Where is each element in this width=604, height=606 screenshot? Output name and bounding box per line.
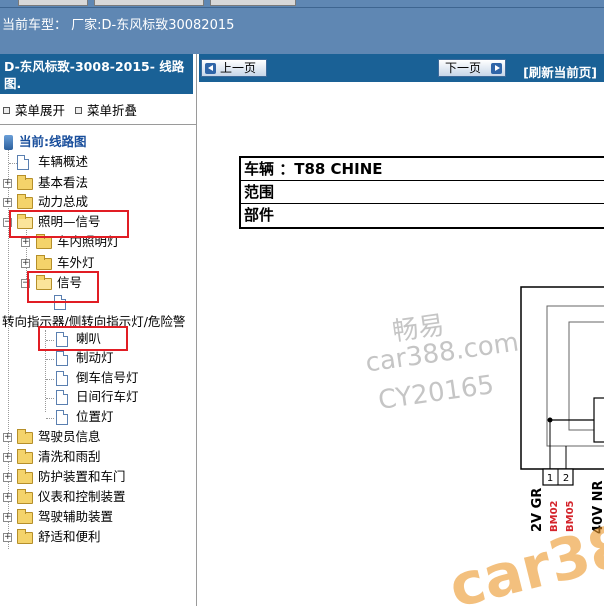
menu-toolbar: 菜单展开 菜单折叠 [0, 96, 196, 120]
menu-collapse-label: 菜单折叠 [87, 103, 138, 118]
tree-item-wash-wipe[interactable]: + 清洗和雨刮 [0, 449, 101, 467]
expand-plus-icon[interactable]: + [3, 198, 12, 207]
tree-item-reverse-light[interactable]: 倒车信号灯 [0, 370, 139, 388]
tree-item-label: 舒适和便利 [38, 529, 101, 544]
expand-plus-icon[interactable]: + [3, 533, 12, 542]
tree-item-label: 倒车信号灯 [76, 370, 139, 385]
tree-item-label: 位置灯 [76, 409, 114, 424]
connector-code: BM05 [565, 500, 576, 532]
tree-item-label: 驾驶员信息 [38, 429, 101, 444]
tree-guide-line [9, 163, 17, 164]
tree-item-label: 基本看法 [38, 175, 89, 190]
tree-item-label: 防护装置和车门 [38, 469, 126, 484]
tree-item-comfort[interactable]: + 舒适和便利 [0, 529, 101, 547]
tree-item-instruments-controls[interactable]: + 仪表和控制装置 [0, 489, 126, 507]
divider [0, 124, 196, 125]
tree-item-vehicle-overview[interactable]: 车辆概述 [0, 154, 88, 172]
content-panel: 上一页 下一页 [刷新当前页] 车辆 ：T88 CHINE 范围 部件 1 2 … [199, 54, 604, 606]
folder-icon [17, 509, 33, 524]
tree-current-node[interactable]: 当前:线路图 [4, 134, 87, 152]
document-icon [56, 390, 68, 405]
window-top-strip [0, 0, 604, 8]
tree-item-label: 日间行车灯 [76, 389, 139, 404]
tree-item-label: 动力总成 [38, 194, 89, 209]
tree-item-protection-doors[interactable]: + 防护装置和车门 [0, 469, 126, 487]
expand-plus-icon[interactable]: + [3, 179, 12, 188]
manual-title: D-东风标致-3008-2015- 线路图. [0, 54, 193, 94]
tree-item-label: 清洗和雨刮 [38, 449, 101, 464]
expand-plus-icon[interactable]: + [3, 473, 12, 482]
square-icon [3, 107, 10, 114]
current-marker-icon [4, 135, 13, 150]
document-icon [56, 351, 68, 366]
folder-icon [17, 449, 33, 464]
tree-guide-line [46, 398, 54, 399]
tree-current-label: 当前:线路图 [19, 134, 87, 149]
tree-item-brake-light[interactable]: 制动灯 [0, 350, 114, 368]
expand-plus-icon[interactable]: + [3, 433, 12, 442]
tree-guide-line [46, 418, 54, 419]
highlight-box [27, 271, 99, 303]
component-outline [520, 286, 604, 470]
document-icon [56, 371, 68, 386]
wire-label: 40V NR [591, 480, 604, 534]
square-icon [75, 107, 82, 114]
wire-label: 2V GR [530, 488, 545, 532]
menu-expand-label: 菜单展开 [15, 103, 66, 118]
folder-icon [17, 429, 33, 444]
document-icon [56, 410, 68, 425]
folder-icon [17, 469, 33, 484]
pin-label: 2 [563, 473, 569, 484]
tree-item-position-light[interactable]: 位置灯 [0, 409, 114, 427]
menu-collapse-button[interactable]: 菜单折叠 [75, 100, 137, 119]
tree-item-label: 仪表和控制装置 [38, 489, 126, 504]
tree-guide-line [46, 379, 54, 380]
expand-plus-icon[interactable]: + [3, 513, 12, 522]
highlight-box [9, 210, 129, 238]
menu-expand-button[interactable]: 菜单展开 [3, 100, 65, 119]
tree-item-daytime-light[interactable]: 日间行车灯 [0, 389, 139, 407]
expand-plus-icon[interactable]: + [21, 259, 30, 268]
tree-item-label: 车外灯 [57, 255, 95, 270]
tree-item-label: 驾驶辅助装置 [38, 509, 114, 524]
folder-icon [17, 489, 33, 504]
left-tree-panel: D-东风标致-3008-2015- 线路图. 菜单展开 菜单折叠 当前:线路图 … [0, 54, 197, 606]
tree-item-basic-view[interactable]: + 基本看法 [0, 175, 88, 193]
folder-icon [17, 529, 33, 544]
highlight-box [38, 326, 128, 351]
expand-plus-icon[interactable]: + [3, 493, 12, 502]
document-icon [17, 155, 29, 170]
folder-icon [17, 194, 33, 209]
tree-item-driver-info[interactable]: + 驾驶员信息 [0, 429, 101, 447]
current-car-model: 当前车型： 厂家:D-东风标致30082015 [2, 18, 235, 33]
top-tab[interactable] [210, 0, 296, 6]
folder-icon [36, 255, 52, 270]
tree-item-label: 制动灯 [76, 350, 114, 365]
connector-code: BM02 [549, 500, 560, 532]
wiring-diagram: 1 2 2V GR BM02 BM05 40V NR [520, 286, 604, 534]
tree-guide-line [46, 359, 54, 360]
tree-item-driving-assist[interactable]: + 驾驶辅助装置 [0, 509, 113, 527]
top-tab[interactable] [94, 0, 204, 6]
component-symbol [593, 397, 604, 443]
header-bar: 当前车型： 厂家:D-东风标致30082015 [0, 8, 604, 54]
expand-plus-icon[interactable]: + [3, 453, 12, 462]
top-tab[interactable] [18, 0, 88, 6]
expand-plus-icon[interactable]: + [21, 238, 30, 247]
tree-item-label: 车辆概述 [38, 154, 89, 169]
pin-label: 1 [547, 473, 553, 484]
folder-icon [17, 175, 33, 190]
folder-icon [36, 234, 52, 249]
